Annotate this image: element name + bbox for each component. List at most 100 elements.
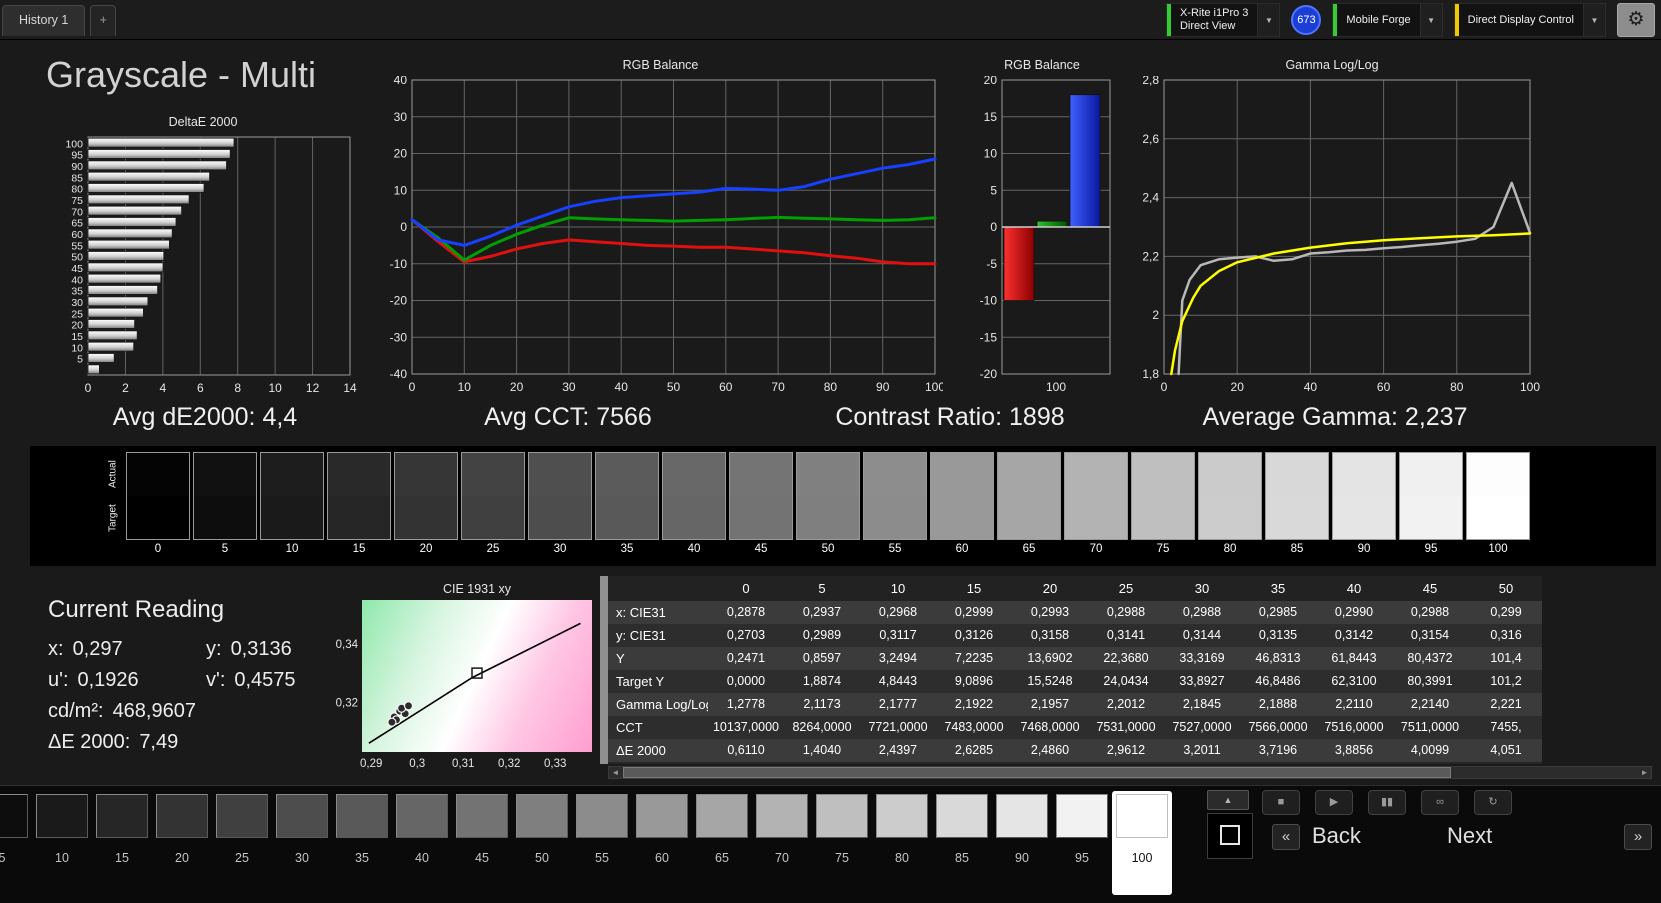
level-button-15[interactable]: 15: [92, 791, 152, 895]
source-device-selector[interactable]: Mobile Forge ▼: [1332, 3, 1443, 37]
level-button-45[interactable]: 45: [452, 791, 512, 895]
grayscale-swatch-65: 65: [997, 452, 1061, 566]
svg-text:45: 45: [71, 263, 83, 275]
reading-de2000: ΔE 2000: 7,49: [48, 731, 179, 753]
actual-label: Actual: [107, 460, 119, 488]
svg-text:0,32: 0,32: [498, 758, 520, 770]
target-swatch-half: [864, 496, 926, 539]
level-button-60[interactable]: 60: [632, 791, 692, 895]
level-swatch: [636, 794, 688, 838]
level-button-35[interactable]: 35: [332, 791, 392, 895]
actual-swatch-half: [1199, 453, 1261, 496]
ramp-axis-labels: Actual Target: [100, 446, 126, 566]
svg-text:1,8: 1,8: [1142, 367, 1159, 381]
double-chevron-right-icon: »: [1633, 828, 1643, 845]
level-button-5[interactable]: 5: [0, 791, 32, 895]
scroll-right-icon[interactable]: ►: [1638, 767, 1651, 778]
level-button-25[interactable]: 25: [212, 791, 272, 895]
refresh-icon: ↻: [1488, 796, 1498, 808]
table-cell: 101,4: [1490, 651, 1522, 665]
swatch-level-label: 35: [620, 543, 634, 555]
level-button-20[interactable]: 20: [152, 791, 212, 895]
table-cell: 0,2471: [726, 651, 766, 665]
meter-device-selector[interactable]: X-Rite i1Pro 3 Direct View ▼: [1165, 3, 1281, 37]
chevron-down-icon[interactable]: ▼: [1419, 4, 1442, 36]
table-cell: 0,3154: [1410, 628, 1450, 642]
rgb-balance-bar-chart-title: RGB Balance: [1004, 58, 1080, 72]
swatch-level-label: 95: [1424, 543, 1438, 555]
display-control-name: Direct Display Control: [1467, 13, 1574, 26]
refresh-button[interactable]: ↻: [1474, 790, 1512, 815]
level-button-100[interactable]: 100: [1112, 791, 1172, 895]
loop-button[interactable]: ∞: [1421, 790, 1459, 815]
top-bar: History 1 + X-Rite i1Pro 3 Direct View ▼…: [0, 0, 1661, 40]
level-button-90[interactable]: 90: [992, 791, 1052, 895]
table-cell: 1,4040: [802, 743, 842, 757]
level-button-65[interactable]: 65: [692, 791, 752, 895]
table-cell: 4,0099: [1410, 743, 1450, 757]
gear-icon: ⚙: [1627, 9, 1645, 30]
next-button[interactable]: Next: [1447, 823, 1492, 849]
add-tab-button[interactable]: +: [90, 5, 117, 36]
table-cell: 7531,0000: [1096, 720, 1156, 734]
grayscale-swatch-90: 90: [1332, 452, 1396, 566]
svg-text:4: 4: [160, 381, 167, 395]
svg-text:50: 50: [71, 252, 83, 264]
level-button-80[interactable]: 80: [872, 791, 932, 895]
level-button-40[interactable]: 40: [392, 791, 452, 895]
pattern-up-button[interactable]: ▲: [1207, 790, 1249, 810]
swatch-level-label: 30: [553, 543, 567, 555]
level-button-30[interactable]: 30: [272, 791, 332, 895]
grayscale-swatch-70: 70: [1064, 452, 1128, 566]
table-row: ΔE 2000 0,6110 1,4040 2,4397 2,6285 2,4860 2,9…: [608, 739, 1542, 762]
target-swatch-half: [931, 496, 993, 539]
actual-swatch-half: [462, 453, 524, 496]
table-cell: 0,3158: [1030, 628, 1070, 642]
svg-text:8: 8: [234, 381, 241, 395]
svg-text:14: 14: [343, 381, 357, 395]
actual-swatch-half: [1065, 453, 1127, 496]
table-horizontal-scrollbar[interactable]: ◄ ►: [608, 766, 1652, 779]
svg-text:15: 15: [71, 331, 83, 343]
chevron-down-icon[interactable]: ▼: [1583, 4, 1605, 36]
reading-luminance: cd/m²: 468,9607: [48, 700, 196, 722]
level-button-85[interactable]: 85: [932, 791, 992, 895]
table-cell: 0,3141: [1106, 628, 1146, 642]
level-button-50[interactable]: 50: [512, 791, 572, 895]
tab-history-1[interactable]: History 1: [2, 5, 86, 36]
level-button-95[interactable]: 95: [1052, 791, 1112, 895]
level-button-70[interactable]: 70: [752, 791, 812, 895]
pause-button[interactable]: ▮▮: [1368, 790, 1406, 815]
level-swatch: [0, 794, 28, 838]
svg-text:85: 85: [71, 172, 83, 184]
table-row-label: CCT: [616, 720, 643, 735]
gamma-chart-title: Gamma Log/Log: [1285, 58, 1379, 72]
display-control-selector[interactable]: Direct Display Control ▼: [1453, 3, 1606, 37]
play-icon: ▶: [1329, 796, 1339, 808]
level-button-label: 95: [1075, 851, 1089, 865]
level-button-75[interactable]: 75: [812, 791, 872, 895]
table-cell: 2,1777: [878, 697, 918, 711]
swatch-level-label: 0: [154, 543, 162, 555]
stop-button[interactable]: ■: [1262, 790, 1300, 815]
back-button[interactable]: Back: [1312, 823, 1361, 849]
next-chevron-button[interactable]: »: [1624, 824, 1652, 850]
chevron-down-icon[interactable]: ▼: [1257, 4, 1280, 36]
level-button-55[interactable]: 55: [572, 791, 632, 895]
table-cell: 7,2235: [954, 651, 994, 665]
pattern-window-button[interactable]: [1207, 813, 1253, 859]
level-button-label: 25: [235, 851, 249, 865]
settings-gear-button[interactable]: ⚙: [1617, 3, 1655, 37]
svg-text:75: 75: [71, 195, 83, 207]
back-chevron-button[interactable]: «: [1272, 824, 1300, 850]
play-button[interactable]: ▶: [1315, 790, 1353, 815]
svg-text:60: 60: [1377, 380, 1391, 394]
table-cell: 0,0000: [726, 674, 766, 688]
svg-text:40: 40: [71, 274, 83, 286]
grayscale-swatch-85: 85: [1265, 452, 1329, 566]
double-chevron-left-icon: «: [1281, 828, 1291, 845]
scroll-left-icon[interactable]: ◄: [609, 767, 622, 778]
level-button-10[interactable]: 10: [32, 791, 92, 895]
scrollbar-thumb[interactable]: [623, 767, 1451, 778]
gamma-chart: 0 20 40 60 80 100 2,8 2,6 2,4 2,2 2 1,8: [1124, 73, 1540, 402]
